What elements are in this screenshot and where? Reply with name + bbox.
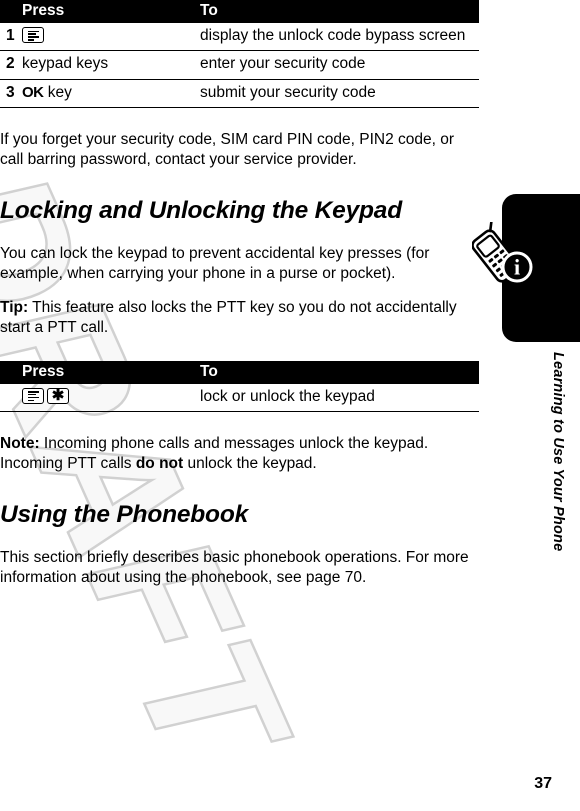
note-body-2: unlock the keypad. [183, 454, 317, 472]
step-action: enter your security code [200, 50, 479, 80]
step-press-cell: ✱ [22, 383, 200, 412]
chapter-sidebar-label: Learning to Use Your Phone [544, 352, 574, 602]
chapter-sidebar-label-text: Learning to Use Your Phone [550, 352, 566, 552]
step-action: submit your security code [200, 79, 479, 108]
table-header-spacer [0, 361, 22, 384]
step-number: 3 [0, 79, 22, 108]
table-row: 2 keypad keys enter your security code [0, 50, 479, 80]
table-row: ✱ lock or unlock the keypad [0, 383, 479, 412]
step-press-cell: OK key [22, 79, 200, 108]
phone-info-icon: i [471, 214, 538, 286]
table-header-row: Press To [0, 360, 479, 384]
page-number: 37 [534, 775, 552, 792]
step-number: 2 [0, 50, 22, 80]
ok-key-suffix: key [43, 83, 72, 101]
unlock-steps-table: Press To 1 display the unlock code bypas… [0, 0, 479, 108]
table-header-to: To [200, 2, 218, 19]
step-action: lock or unlock the keypad [200, 383, 479, 412]
ok-key-label: OK [22, 83, 44, 101]
page-content: Press To 1 display the unlock code bypas… [0, 0, 482, 588]
menu-key-icon [22, 27, 44, 43]
keypad-lock-table: Press To ✱ lock or unlock the keypad [0, 360, 479, 412]
paragraph-forget-code: If you forget your security code, SIM ca… [0, 130, 455, 168]
step-number: 1 [0, 23, 22, 52]
table-header-press: Press [22, 362, 65, 380]
table-row: 1 display the unlock code bypass screen [0, 23, 479, 52]
step-action: display the unlock code bypass screen [200, 23, 479, 52]
menu-key-icon [22, 387, 44, 404]
table-header-press: Press [22, 2, 65, 19]
paragraph-lock-intro: You can lock the keypad to prevent accid… [0, 245, 430, 283]
heading-using-the-phonebook: Using the Phonebook [0, 501, 249, 529]
table-row: 3 OK key submit your security code [0, 79, 479, 108]
step-press-cell: keypad keys [22, 50, 200, 80]
note-label: Note: [0, 434, 40, 452]
manual-page: DRAFT DRAFT i Learning to Use Your Phone… [0, 0, 580, 811]
table-header-row: Press To [0, 0, 479, 23]
heading-locking-unlocking-keypad: Locking and Unlocking the Keypad [0, 197, 402, 225]
table-header-step [0, 0, 22, 23]
svg-text:i: i [514, 255, 520, 280]
paragraph-tip: Tip: This feature also locks the PTT key… [0, 298, 470, 338]
paragraph-note: Note: Incoming phone calls and messages … [0, 434, 470, 474]
note-bold-emphasis: do not [135, 454, 184, 472]
paragraph-phonebook-intro: This section briefly describes basic pho… [0, 549, 469, 587]
tip-body: This feature also locks the PTT key so y… [0, 299, 457, 337]
star-key-icon: ✱ [47, 387, 69, 404]
table-header-to: To [200, 362, 218, 380]
step-number-empty [0, 383, 22, 412]
tip-label: Tip: [0, 299, 29, 317]
step-press-cell [22, 23, 200, 52]
